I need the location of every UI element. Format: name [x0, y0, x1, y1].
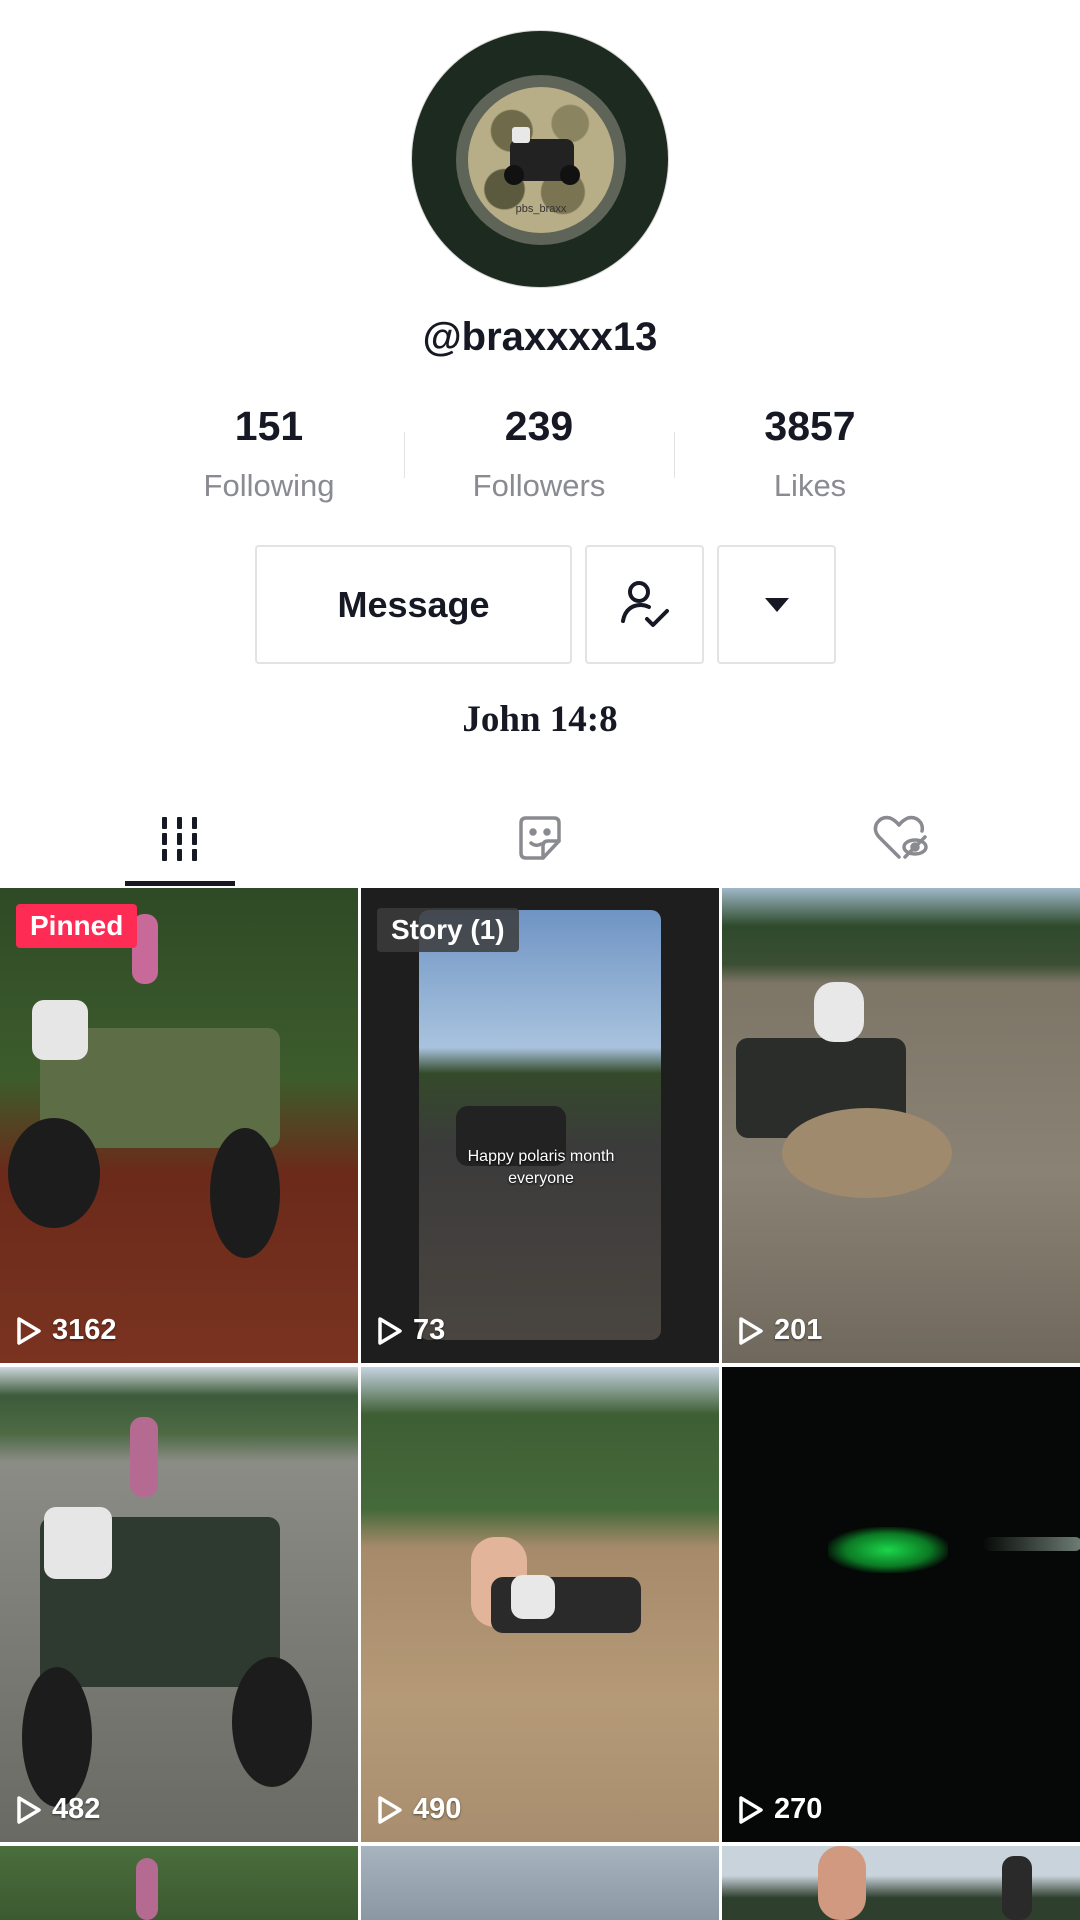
- atv-cooler: [511, 1575, 555, 1619]
- atv-wheel: [8, 1118, 100, 1228]
- message-button-label: Message: [337, 583, 490, 625]
- video-tile[interactable]: [0, 1846, 358, 1920]
- view-count-value: 482: [52, 1793, 101, 1825]
- story-badge: Story (1): [377, 908, 519, 952]
- view-count-value: 270: [774, 1793, 823, 1825]
- video-tile[interactable]: 201: [722, 888, 1080, 1363]
- heart-hidden-icon: [873, 815, 928, 859]
- view-count: 490: [377, 1793, 461, 1826]
- stat-following[interactable]: 151 Following: [169, 403, 369, 504]
- avatar-atv-image: [504, 139, 580, 185]
- view-count: 73: [377, 1314, 445, 1347]
- stat-followers-label: Followers: [472, 468, 606, 503]
- stat-divider: [674, 432, 675, 478]
- video-grid: Pinned 3162 Happy polaris month everyone…: [0, 888, 1080, 1920]
- profile-bio: John 14:8: [462, 699, 618, 740]
- headlight-beam: [982, 1537, 1080, 1551]
- avatar-caption: pbs_braxx: [515, 203, 567, 215]
- rider: [814, 982, 864, 1042]
- water-splash: [782, 1108, 952, 1198]
- atv-cooler: [32, 1000, 88, 1060]
- video-tile[interactable]: 270: [722, 1367, 1080, 1842]
- stat-following-label: Following: [203, 468, 335, 503]
- view-count: 201: [738, 1314, 822, 1347]
- following-button[interactable]: [585, 545, 704, 664]
- profile-username: @braxxxx13: [422, 315, 658, 359]
- grid-icon: [162, 817, 197, 861]
- atv-bottle: [136, 1858, 158, 1920]
- more-options-button[interactable]: [717, 545, 836, 664]
- play-icon: [378, 1795, 402, 1824]
- play-icon: [739, 1795, 763, 1824]
- caret-down-icon: [764, 597, 789, 612]
- avatar-cooler-image: [512, 127, 530, 143]
- pinned-badge: Pinned: [16, 904, 138, 948]
- tab-liked[interactable]: [720, 790, 1080, 886]
- video-tile[interactable]: 490: [361, 1367, 719, 1842]
- active-tab-indicator: [125, 881, 235, 886]
- view-count-value: 201: [774, 1314, 823, 1346]
- person-check-icon: [620, 580, 669, 627]
- stat-likes-count: 3857: [764, 403, 856, 449]
- play-icon: [739, 1316, 763, 1345]
- view-count: 270: [738, 1793, 822, 1826]
- atv-cooler: [44, 1507, 112, 1579]
- stat-likes[interactable]: 3857 Likes: [710, 403, 910, 504]
- green-lit-atv: [828, 1527, 948, 1573]
- rider: [818, 1846, 866, 1920]
- video-tile[interactable]: [722, 1846, 1080, 1920]
- message-button[interactable]: Message: [255, 545, 572, 664]
- profile-avatar[interactable]: pbs_braxx: [411, 30, 669, 288]
- view-count-value: 73: [413, 1314, 446, 1346]
- play-icon: [17, 1316, 41, 1345]
- view-count-value: 3162: [52, 1314, 117, 1346]
- video-tile[interactable]: [361, 1846, 719, 1920]
- atv-wheel: [210, 1128, 280, 1258]
- view-count-value: 490: [413, 1793, 462, 1825]
- stat-following-count: 151: [234, 403, 304, 449]
- view-count: 3162: [16, 1314, 117, 1347]
- stat-followers[interactable]: 239 Followers: [439, 403, 639, 504]
- atv-bottle: [130, 1417, 158, 1497]
- video-tile[interactable]: Happy polaris month everyone Story (1) 7…: [361, 888, 719, 1363]
- tab-videos[interactable]: [0, 790, 360, 886]
- video-tile[interactable]: Pinned 3162: [0, 888, 358, 1363]
- story-caption: Happy polaris month everyone: [467, 1148, 615, 1187]
- sticker-icon: [519, 816, 561, 860]
- atv-wheel: [22, 1667, 92, 1807]
- play-icon: [17, 1795, 41, 1824]
- play-icon: [378, 1316, 402, 1345]
- tab-favorites[interactable]: [360, 790, 720, 886]
- atv-wheel: [232, 1657, 312, 1787]
- stat-divider: [404, 432, 405, 478]
- stat-followers-count: 239: [504, 403, 574, 449]
- atv-snorkel: [1002, 1856, 1032, 1920]
- view-count: 482: [16, 1793, 100, 1826]
- video-tile[interactable]: 482: [0, 1367, 358, 1842]
- stat-likes-label: Likes: [773, 468, 847, 503]
